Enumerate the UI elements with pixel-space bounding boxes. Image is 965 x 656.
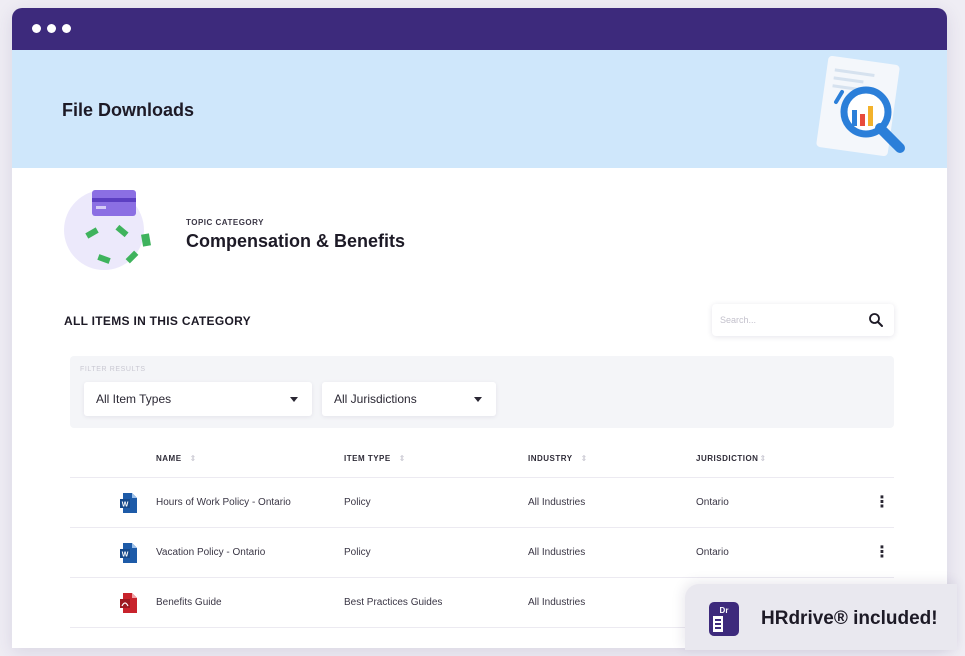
- table-header: NAME ⇕ ITEM TYPE ⇕ INDUSTRY ⇕ JURISDICTION⇕: [70, 438, 894, 478]
- svg-text:W: W: [122, 502, 129, 509]
- hrdrive-badge: Dr HRdrive® included!: [685, 584, 957, 650]
- app-window: File Downloads TOPIC CATEGORY Compensati…: [12, 8, 947, 648]
- pdf-doc-icon: [120, 593, 137, 613]
- row-jurisdiction: Ontario: [696, 497, 729, 508]
- more-options-icon[interactable]: ⋮: [874, 543, 890, 563]
- column-header-name[interactable]: NAME ⇕: [156, 454, 197, 463]
- row-industry: All Industries: [528, 597, 586, 608]
- row-jurisdiction: Ontario: [696, 547, 729, 558]
- hrdrive-badge-text: HRdrive® included!: [761, 608, 938, 629]
- row-item-type: Policy: [344, 547, 371, 558]
- search-icon[interactable]: [868, 312, 884, 328]
- item-type-select[interactable]: All Item Types: [84, 382, 312, 416]
- window-controls: [32, 24, 71, 33]
- search-input[interactable]: [720, 312, 860, 328]
- jurisdiction-select-value: All Jurisdictions: [334, 392, 417, 406]
- search-box[interactable]: [712, 304, 894, 336]
- more-options-icon[interactable]: ⋮: [874, 493, 890, 513]
- row-industry: All Industries: [528, 547, 586, 558]
- window-dot-icon[interactable]: [32, 24, 41, 33]
- page-title: File Downloads: [62, 100, 195, 120]
- column-header-item-type-label: ITEM TYPE: [344, 454, 391, 463]
- page-banner: File Downloads: [12, 50, 947, 168]
- word-doc-icon: W: [120, 493, 137, 513]
- sort-icon[interactable]: ⇕: [759, 454, 766, 463]
- window-dot-icon[interactable]: [62, 24, 71, 33]
- sort-icon[interactable]: ⇕: [399, 454, 406, 463]
- section-label: ALL ITEMS IN THIS CATEGORY: [64, 314, 251, 328]
- window-dot-icon[interactable]: [47, 24, 56, 33]
- hrdrive-logo-text: Dr: [720, 606, 729, 615]
- chevron-down-icon: [290, 397, 298, 402]
- main-content: TOPIC CATEGORY Compensation & Benefits A…: [12, 168, 947, 648]
- column-header-jurisdiction[interactable]: JURISDICTION⇕: [696, 454, 767, 463]
- row-name[interactable]: Benefits Guide: [156, 597, 222, 608]
- table-row[interactable]: W Hours of Work Policy - Ontario Policy …: [70, 478, 894, 528]
- row-item-type: Policy: [344, 497, 371, 508]
- filters-panel: FILTER RESULTS All Item Types All Jurisd…: [70, 356, 894, 428]
- column-header-name-label: NAME: [156, 454, 182, 463]
- sort-icon[interactable]: ⇕: [190, 454, 197, 463]
- column-header-jurisdiction-label: JURISDICTION: [696, 454, 759, 463]
- chevron-down-icon: [474, 397, 482, 402]
- column-header-industry-label: INDUSTRY: [528, 454, 573, 463]
- row-name[interactable]: Vacation Policy - Ontario: [156, 547, 265, 558]
- column-header-industry[interactable]: INDUSTRY ⇕: [528, 454, 588, 463]
- category-eyebrow: TOPIC CATEGORY: [186, 218, 264, 227]
- svg-text:W: W: [122, 552, 129, 559]
- hrdrive-logo-icon: Dr: [709, 602, 739, 636]
- document-search-illustration-icon: [816, 56, 905, 157]
- row-item-type: Best Practices Guides: [344, 597, 443, 608]
- jurisdiction-select[interactable]: All Jurisdictions: [322, 382, 496, 416]
- money-category-icon: [64, 190, 151, 270]
- word-doc-icon: W: [120, 543, 137, 563]
- item-type-select-value: All Item Types: [96, 392, 172, 406]
- table-row[interactable]: W Vacation Policy - Ontario Policy All I…: [70, 528, 894, 578]
- sort-icon[interactable]: ⇕: [581, 454, 588, 463]
- column-header-item-type[interactable]: ITEM TYPE ⇕: [344, 454, 406, 463]
- row-name[interactable]: Hours of Work Policy - Ontario: [156, 497, 291, 508]
- row-industry: All Industries: [528, 497, 586, 508]
- title-bar: [12, 8, 947, 50]
- filters-label: FILTER RESULTS: [80, 366, 146, 373]
- category-title: Compensation & Benefits: [186, 231, 406, 251]
